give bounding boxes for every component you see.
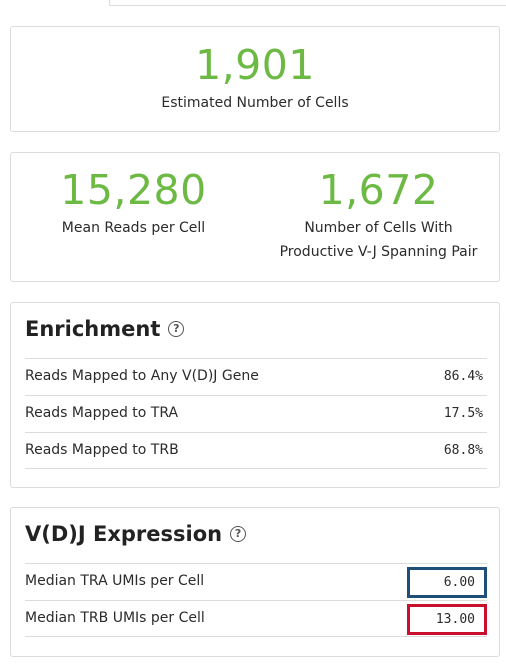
enrichment-table: Reads Mapped to Any V(D)J Gene 86.4% Rea… (25, 358, 487, 469)
vdj-expression-table: Median TRA UMIs per Cell 6.00 Median TRB… (25, 563, 487, 637)
table-row: Reads Mapped to TRB 68.8% (25, 432, 487, 469)
row-label: Reads Mapped to TRA (25, 405, 179, 421)
productive-cells-label-line2: Productive V-J Spanning Pair (279, 244, 478, 260)
vdj-expression-title-text: V(D)J Expression (25, 522, 223, 546)
question-circle-icon[interactable]: ? (168, 321, 185, 337)
reads-cells-card: 15,280 Mean Reads per Cell 1,672 Number … (10, 152, 500, 282)
row-value: 17.5% (443, 406, 483, 421)
row-value: 68.8% (443, 443, 483, 458)
highlight-box-red: 13.00 (407, 604, 487, 635)
mean-reads-metric: 15,280 Mean Reads per Cell (11, 153, 256, 281)
mean-reads-label: Mean Reads per Cell (61, 220, 206, 236)
row-value: 13.00 (435, 612, 475, 627)
estimated-cells-card: 1,901 Estimated Number of Cells (10, 26, 500, 132)
enrichment-title: Enrichment? (25, 317, 185, 341)
tab-active[interactable] (0, 0, 110, 6)
question-circle-icon[interactable]: ? (230, 526, 247, 542)
row-label: Reads Mapped to TRB (25, 442, 179, 458)
tab-divider (110, 5, 506, 6)
enrichment-card: Enrichment? Reads Mapped to Any V(D)J Ge… (10, 302, 500, 488)
productive-cells-label-line1: Number of Cells With (304, 220, 453, 236)
table-row: Median TRB UMIs per Cell 13.00 (25, 600, 487, 637)
tab-bar (0, 0, 506, 6)
table-row: Reads Mapped to TRA 17.5% (25, 395, 487, 432)
vdj-expression-card: V(D)J Expression? Median TRA UMIs per Ce… (10, 507, 500, 657)
table-row: Median TRA UMIs per Cell 6.00 (25, 563, 487, 600)
row-value: 86.4% (443, 369, 483, 384)
row-label: Median TRB UMIs per Cell (25, 610, 205, 626)
table-row: Reads Mapped to Any V(D)J Gene 86.4% (25, 358, 487, 395)
highlight-box-blue: 6.00 (407, 567, 487, 598)
estimated-cells-label: Estimated Number of Cells (161, 95, 349, 111)
vdj-expression-title: V(D)J Expression? (25, 522, 247, 546)
row-label: Median TRA UMIs per Cell (25, 573, 205, 589)
row-label: Reads Mapped to Any V(D)J Gene (25, 368, 259, 384)
productive-cells-metric: 1,672 Number of Cells With Productive V-… (256, 153, 501, 281)
enrichment-title-text: Enrichment (25, 317, 161, 341)
mean-reads-value: 15,280 (60, 166, 207, 214)
row-value: 6.00 (443, 575, 475, 590)
productive-cells-label: Number of Cells With Productive V-J Span… (256, 216, 501, 264)
estimated-cells-value: 1,901 (195, 41, 315, 89)
productive-cells-value: 1,672 (318, 166, 439, 214)
